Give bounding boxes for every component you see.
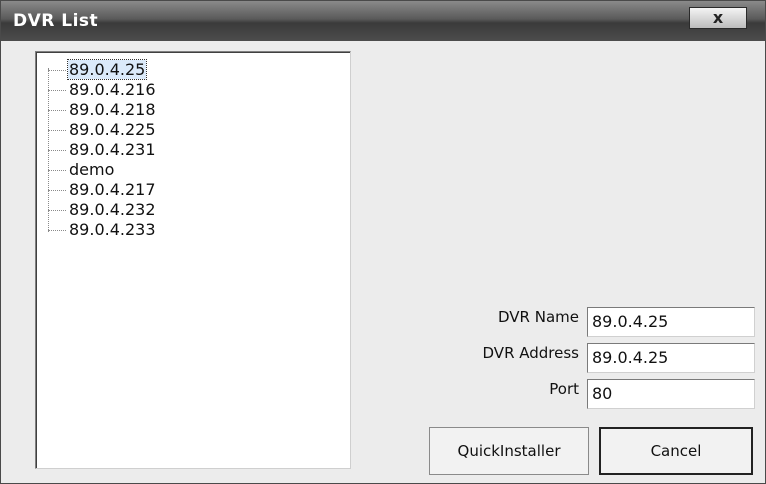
dvr-tree[interactable]: 89.0.4.25 89.0.4.216 89.0.4.218 89.0.4.2… — [35, 51, 351, 469]
close-icon[interactable]: x — [713, 8, 723, 27]
tree-item-89-0-4-225[interactable]: 89.0.4.225 — [48, 120, 157, 140]
dvr-name-label: DVR Name — [498, 308, 579, 326]
tree-connector — [48, 90, 66, 91]
tree-item-89-0-4-231[interactable]: 89.0.4.231 — [48, 140, 157, 160]
tree-item-label[interactable]: 89.0.4.216 — [68, 80, 157, 99]
tree-item-label[interactable]: 89.0.4.225 — [68, 120, 157, 139]
quickinstaller-button[interactable]: QuickInstaller — [429, 427, 589, 475]
window-title: DVR List — [13, 11, 99, 31]
dialog-body: 89.0.4.25 89.0.4.216 89.0.4.218 89.0.4.2… — [9, 41, 757, 479]
tree-item-label[interactable]: 89.0.4.217 — [68, 180, 157, 199]
dvr-address-field[interactable]: 89.0.4.25 — [587, 343, 755, 373]
dvr-name-field[interactable]: 89.0.4.25 — [587, 307, 755, 337]
tree-item-89-0-4-25[interactable]: 89.0.4.25 — [48, 59, 148, 80]
tree-item-label[interactable]: demo — [68, 160, 115, 179]
tree-item-89-0-4-217[interactable]: 89.0.4.217 — [48, 180, 157, 200]
tree-item-89-0-4-233[interactable]: 89.0.4.233 — [48, 220, 157, 240]
tree-item-label[interactable]: 89.0.4.233 — [68, 220, 157, 239]
tree-connector — [48, 230, 66, 231]
tree-connector — [48, 130, 66, 131]
title-bar[interactable]: DVR List x — [1, 1, 765, 41]
tree-item-89-0-4-218[interactable]: 89.0.4.218 — [48, 100, 157, 120]
tree-connector — [48, 70, 66, 71]
tree-item-89-0-4-216[interactable]: 89.0.4.216 — [48, 80, 157, 100]
tree-item-label[interactable]: 89.0.4.231 — [68, 140, 157, 159]
tree-connector — [48, 110, 66, 111]
tree-connector — [48, 170, 66, 171]
tree-connector — [48, 190, 66, 191]
dvr-list-window: DVR List x 89.0.4.25 89.0.4.216 89.0.4.2… — [0, 0, 766, 484]
tree-item-label[interactable]: 89.0.4.232 — [68, 200, 157, 219]
tree-item-label[interactable]: 89.0.4.25 — [66, 59, 148, 80]
port-label: Port — [549, 380, 579, 398]
tree-connector — [48, 150, 66, 151]
tree-item-label[interactable]: 89.0.4.218 — [68, 100, 157, 119]
cancel-button[interactable]: Cancel — [599, 427, 753, 475]
close-button[interactable]: x — [689, 7, 747, 29]
tree-item-89-0-4-232[interactable]: 89.0.4.232 — [48, 200, 157, 220]
dvr-address-label: DVR Address — [482, 344, 579, 362]
port-field[interactable]: 80 — [587, 379, 755, 409]
tree-connector — [48, 210, 66, 211]
tree-item-demo[interactable]: demo — [48, 160, 115, 180]
